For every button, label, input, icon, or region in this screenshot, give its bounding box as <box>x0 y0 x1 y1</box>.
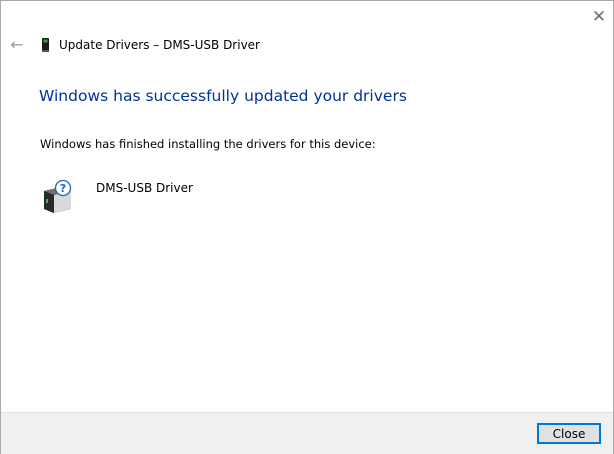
window-close-icon[interactable]: ✕ <box>589 8 609 26</box>
back-arrow-icon[interactable]: ← <box>8 36 26 54</box>
svg-text:?: ? <box>60 182 66 195</box>
success-heading: Windows has successfully updated your dr… <box>39 87 407 105</box>
device-name: DMS-USB Driver <box>96 181 193 195</box>
finished-message: Windows has finished installing the driv… <box>40 137 376 151</box>
unknown-device-icon: ? <box>44 179 72 213</box>
dialog-footer: Close <box>1 412 613 454</box>
update-drivers-dialog: ✕ ← Update Drivers – DMS-USB Driver Wind… <box>0 0 614 454</box>
usb-device-icon <box>42 38 49 52</box>
dialog-title: Update Drivers – DMS-USB Driver <box>59 38 260 52</box>
close-button[interactable]: Close <box>537 423 601 444</box>
